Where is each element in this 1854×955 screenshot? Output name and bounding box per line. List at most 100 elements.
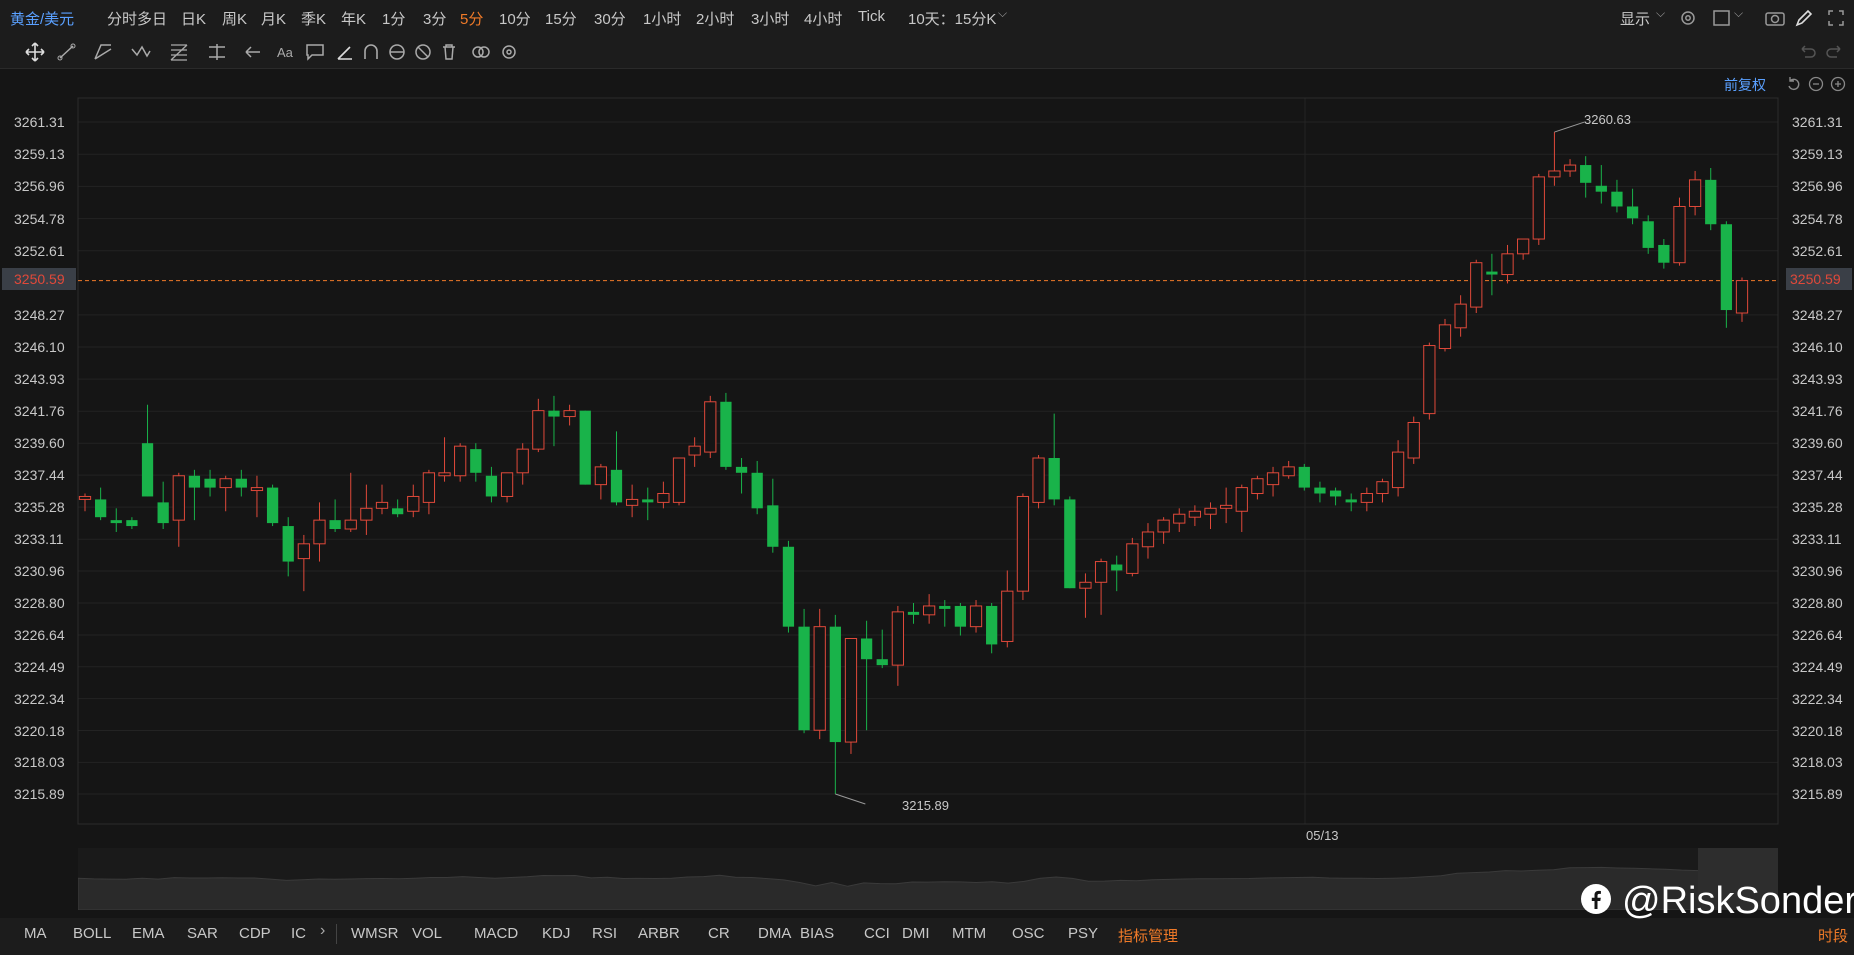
price-tick-r: 3259.13 <box>1792 146 1843 163</box>
price-tick-r: 3246.10 <box>1792 339 1843 356</box>
layout-icon[interactable] <box>1712 8 1732 28</box>
toolbar-settings-icon[interactable] <box>498 41 520 63</box>
period-tab-7[interactable]: 1分 <box>382 8 405 29</box>
indicator-dmi[interactable]: DMI <box>902 925 930 942</box>
symbol-selector[interactable]: 黄金/美元 <box>10 8 74 29</box>
period-tab-4[interactable]: 月K <box>261 8 286 29</box>
indicator-boll[interactable]: BOLL <box>73 925 111 942</box>
price-tick-l: 3252.61 <box>14 242 65 259</box>
zoom-in-icon[interactable] <box>1830 76 1846 92</box>
adjust-mode-label[interactable]: 前复权 <box>1724 75 1766 95</box>
indicator-cci[interactable]: CCI <box>864 925 890 942</box>
lock-drawing-icon[interactable] <box>386 41 408 63</box>
wave-tool-icon[interactable] <box>130 41 152 63</box>
candle <box>1220 487 1233 524</box>
move-icon[interactable] <box>24 41 46 63</box>
fullscreen-icon[interactable] <box>1826 8 1846 28</box>
period-tab-12[interactable]: 30分 <box>594 8 626 29</box>
display-menu-button[interactable]: 显示 <box>1620 8 1650 29</box>
fibonacci-tool-icon[interactable] <box>168 41 190 63</box>
candle <box>1391 440 1405 497</box>
period-tab-1[interactable]: 多日 <box>137 8 167 29</box>
period-tab-10[interactable]: 10分 <box>499 8 531 29</box>
period-tab-15[interactable]: 3小时 <box>751 8 789 29</box>
indicator-osc[interactable]: OSC <box>1012 925 1045 942</box>
delete-icon[interactable] <box>438 41 460 63</box>
zoom-out-icon[interactable] <box>1808 76 1824 92</box>
candle <box>500 472 514 503</box>
range-navigator[interactable] <box>78 848 1778 910</box>
candle <box>1329 487 1342 506</box>
indicator-psy[interactable]: PSY <box>1068 925 1098 942</box>
chevron-down-icon[interactable]: ⌵ <box>1656 6 1665 21</box>
price-tick-l: 3239.60 <box>14 435 65 452</box>
candle <box>172 472 185 547</box>
indicator-cr[interactable]: CR <box>708 925 730 942</box>
period-tab-11[interactable]: 15分 <box>545 8 577 29</box>
redo-icon[interactable] <box>1824 41 1846 63</box>
line-tool-icon[interactable] <box>56 41 78 63</box>
indicator-dma[interactable]: DMA <box>758 925 791 942</box>
period-tab-9[interactable]: 5分 <box>460 8 483 29</box>
indicator-macd[interactable]: MACD <box>474 925 518 942</box>
candlestick-chart[interactable] <box>0 68 1854 838</box>
chevron-down-icon[interactable]: ⌵ <box>1734 6 1743 21</box>
indicator-cdp[interactable]: CDP <box>239 925 271 942</box>
pen-icon[interactable] <box>1794 8 1814 28</box>
camera-icon[interactable] <box>1764 8 1786 28</box>
brush-tool-icon[interactable] <box>334 41 356 63</box>
candle <box>860 620 873 731</box>
settings-icon[interactable] <box>1678 8 1698 28</box>
indicator-ma[interactable]: MA <box>24 925 47 942</box>
measure-tool-icon[interactable] <box>206 41 228 63</box>
period-tab-17[interactable]: Tick <box>858 8 885 25</box>
undo-icon[interactable] <box>1796 41 1818 63</box>
period-tab-16[interactable]: 4小时 <box>804 8 842 29</box>
period-tab-0[interactable]: 分时 <box>107 8 137 29</box>
indicator-ic[interactable]: IC <box>291 925 306 942</box>
indicator-sar[interactable]: SAR <box>187 925 218 942</box>
candle <box>470 443 482 482</box>
indicator-kdj[interactable]: KDJ <box>542 925 570 942</box>
compare-icon[interactable] <box>470 41 492 63</box>
candle <box>954 602 967 636</box>
indicator-rsi[interactable]: RSI <box>592 925 617 942</box>
magnet-icon[interactable] <box>360 41 382 63</box>
indicator-bias[interactable]: BIAS <box>800 925 834 942</box>
chevron-right-icon[interactable]: › <box>320 922 325 940</box>
period-tab-5[interactable]: 季K <box>301 8 326 29</box>
indicator-wmsr[interactable]: WMSR <box>351 925 399 942</box>
price-tick-r: 3218.03 <box>1792 754 1843 771</box>
candle <box>969 600 983 633</box>
comment-tool-icon[interactable] <box>304 41 326 63</box>
indicator-manager-button[interactable]: 指标管理 <box>1118 925 1178 946</box>
period-button[interactable]: 时段 <box>1818 925 1848 946</box>
period-tab-6[interactable]: 年K <box>341 8 366 29</box>
period-tab-14[interactable]: 2小时 <box>696 8 734 29</box>
high-leader-line <box>1554 121 1585 133</box>
indicator-vol[interactable]: VOL <box>412 925 442 942</box>
candle <box>782 540 795 633</box>
reset-icon[interactable] <box>1786 76 1802 92</box>
candle <box>1251 475 1264 500</box>
range-selector[interactable]: 10天：15分K <box>908 8 996 29</box>
price-tick-r: 3261.31 <box>1792 114 1843 130</box>
text-tool-icon[interactable]: Aa <box>276 41 298 63</box>
period-tab-3[interactable]: 周K <box>222 8 247 29</box>
candle <box>1141 523 1155 559</box>
indicator-arbr[interactable]: ARBR <box>638 925 680 942</box>
arrow-tool-icon[interactable] <box>242 41 264 63</box>
hide-drawing-icon[interactable] <box>412 41 434 63</box>
candle <box>1235 484 1248 532</box>
period-tab-8[interactable]: 3分 <box>423 8 446 29</box>
period-tab-13[interactable]: 1小时 <box>643 8 681 29</box>
indicator-mtm[interactable]: MTM <box>952 925 986 942</box>
price-tick-l: 3230.96 <box>14 563 65 580</box>
candle <box>375 484 389 515</box>
indicator-ema[interactable]: EMA <box>132 925 165 942</box>
channel-tool-icon[interactable] <box>92 41 114 63</box>
period-tab-2[interactable]: 日K <box>181 8 206 29</box>
candle <box>141 404 154 497</box>
candle <box>1642 215 1654 254</box>
chevron-down-icon[interactable]: ⌵ <box>998 6 1007 21</box>
